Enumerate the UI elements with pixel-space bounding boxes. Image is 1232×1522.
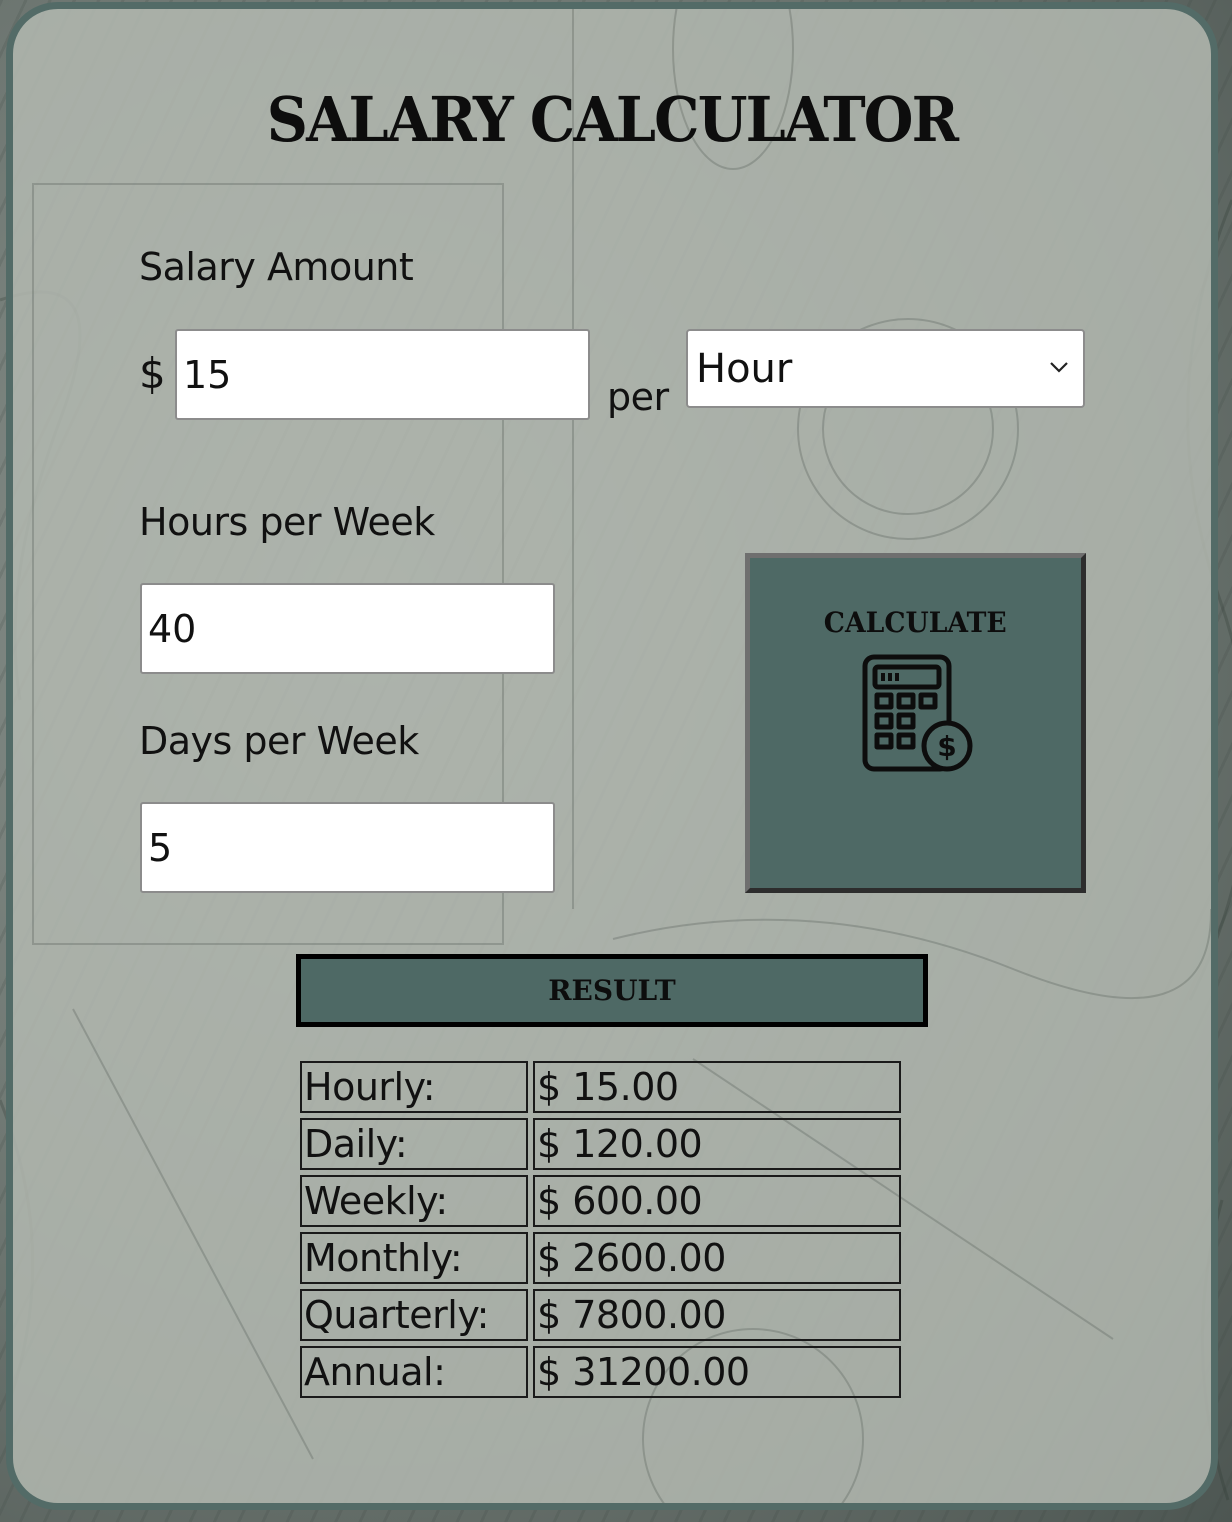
result-row-value: $ 600.00 xyxy=(533,1175,901,1227)
hours-per-week-input[interactable] xyxy=(140,583,555,674)
pay-period-select[interactable]: Hour xyxy=(686,329,1085,408)
result-row: Daily: $ 120.00 xyxy=(300,1118,901,1170)
salary-amount-input[interactable] xyxy=(175,329,590,420)
result-row-value: $ 120.00 xyxy=(533,1118,901,1170)
result-row-value: $ 31200.00 xyxy=(533,1346,901,1398)
result-row-label: Monthly: xyxy=(300,1232,528,1284)
result-row-value: $ 2600.00 xyxy=(533,1232,901,1284)
hours-per-week-label: Hours per Week xyxy=(139,500,435,544)
result-row-value: $ 15.00 xyxy=(533,1061,901,1113)
result-row-label: Quarterly: xyxy=(300,1289,528,1341)
result-row-value: $ 7800.00 xyxy=(533,1289,901,1341)
result-header: RESULT xyxy=(296,954,928,1027)
result-row-label: Daily: xyxy=(300,1118,528,1170)
result-row: Weekly: $ 600.00 xyxy=(300,1175,901,1227)
per-label: per xyxy=(607,375,669,419)
result-row-label: Annual: xyxy=(300,1346,528,1398)
page-title: SALARY CALCULATOR xyxy=(266,83,959,156)
svg-text:$: $ xyxy=(937,730,956,763)
result-row: Quarterly: $ 7800.00 xyxy=(300,1289,901,1341)
result-row: Monthly: $ 2600.00 xyxy=(300,1232,901,1284)
calculator-dollar-icon: $ xyxy=(851,653,981,781)
pay-period-value: Hour xyxy=(696,345,793,392)
result-row-label: Weekly: xyxy=(300,1175,528,1227)
result-row: Hourly: $ 15.00 xyxy=(300,1061,901,1113)
days-per-week-input[interactable] xyxy=(140,802,555,893)
chevron-down-icon xyxy=(1049,359,1069,378)
salary-amount-label: Salary Amount xyxy=(139,245,414,289)
calculate-button-label: CALCULATE xyxy=(824,605,1007,639)
calculator-card: SALARY CALCULATOR Salary Amount $ per Ho… xyxy=(6,2,1218,1510)
days-per-week-label: Days per Week xyxy=(139,719,419,763)
result-table: Hourly: $ 15.00 Daily: $ 120.00 Weekly: $ 600… xyxy=(295,1056,906,1403)
result-row-label: Hourly: xyxy=(300,1061,528,1113)
calculate-button[interactable]: CALCULATE $ xyxy=(745,553,1086,893)
result-row: Annual: $ 31200.00 xyxy=(300,1346,901,1398)
currency-symbol: $ xyxy=(139,349,166,398)
